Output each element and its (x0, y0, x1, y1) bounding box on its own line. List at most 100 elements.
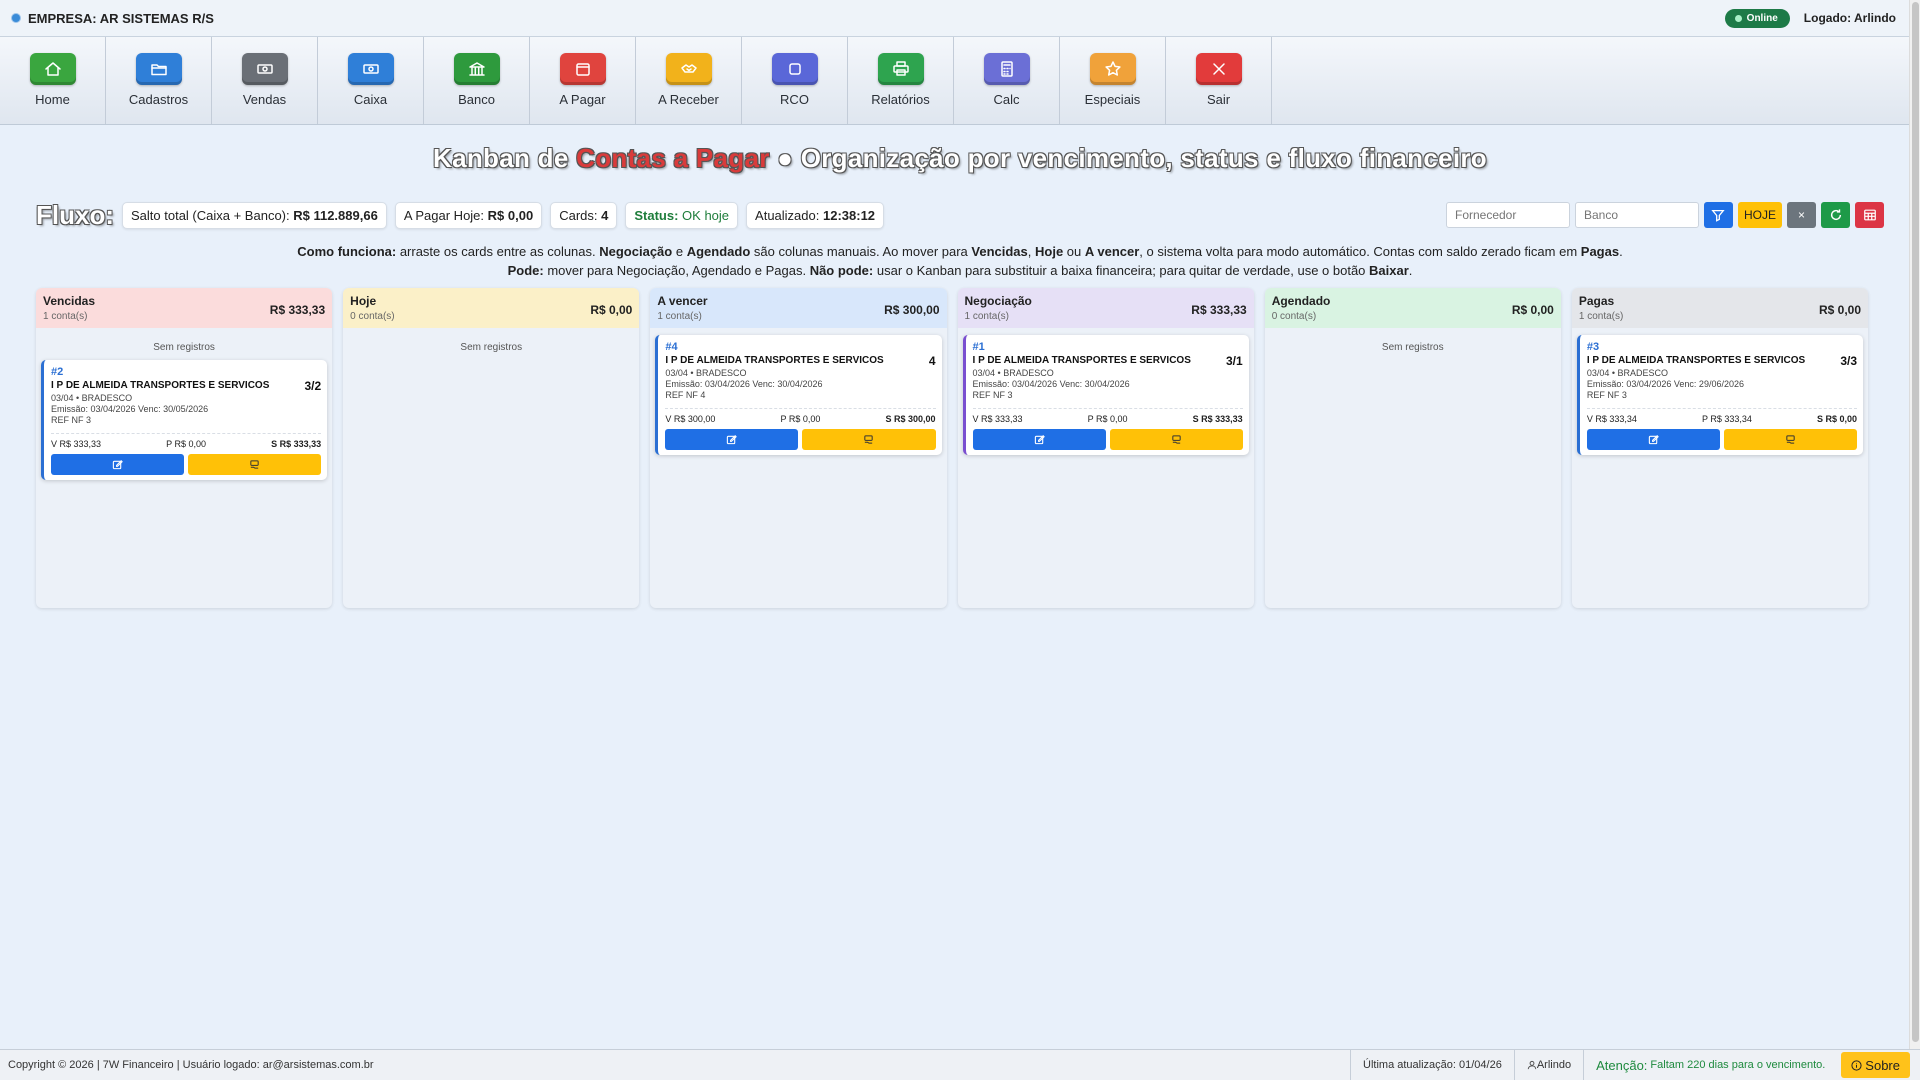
wallet-icon (559, 53, 606, 85)
column-title: Vencidas (43, 294, 96, 308)
help-how-label: Como funciona: (297, 244, 397, 259)
column-count: 1 conta(s) (43, 311, 88, 322)
flux-label: Fluxo: (36, 199, 114, 230)
edit-icon (1034, 435, 1045, 445)
kanban-card[interactable]: #3 I P DE ALMEIDA TRANSPORTES E SERVICOS 3… (1576, 335, 1864, 455)
help-vencidas: Vencidas (971, 244, 1028, 259)
fornecedor-input[interactable] (1445, 202, 1570, 228)
card-edit-button[interactable] (1586, 429, 1720, 450)
toolbar-rco-button[interactable]: RCO (742, 37, 848, 124)
clear-filter-button[interactable]: × (1787, 202, 1816, 228)
help-text: Como funciona: arraste os cards entre as… (0, 242, 1920, 280)
card-pay-button[interactable] (1109, 429, 1243, 450)
toolbar-cadastros-button[interactable]: Cadastros (106, 37, 212, 124)
kanban-card[interactable]: #2 I P DE ALMEIDA TRANSPORTES E SERVICOS 3… (41, 360, 328, 480)
column-pagas[interactable]: Pagas 1 conta(s) R$ 0,00 #3 I P DE ALMEIDA T… (1571, 288, 1869, 608)
edit-icon (112, 460, 123, 470)
card-ref: REF NF 3 (972, 390, 1013, 400)
toolbar-a-pagar-button[interactable]: A Pagar (530, 37, 636, 124)
toolbar-home-button[interactable]: Home (0, 37, 106, 124)
card-dates: Emissão: 03/04/2026 Venc: 30/04/2026 (665, 379, 823, 389)
column-title: A vencer (657, 294, 708, 308)
card-bank-line: 03/04 • BRADESCO (972, 368, 1054, 378)
edit-icon (727, 435, 738, 445)
banco-input[interactable] (1574, 202, 1699, 228)
page-title: Kanban de Contas a Pagar ● Organização p… (0, 143, 1920, 174)
column-agendado[interactable]: Agendado 0 conta(s) R$ 0,00 Sem registros (1264, 288, 1561, 608)
card-edit-button[interactable] (972, 429, 1106, 450)
hoje-button[interactable]: HOJE (1737, 202, 1782, 228)
pagar-hoje-value: R$ 0,00 (487, 207, 534, 223)
card-edit-button[interactable] (665, 429, 799, 450)
edit-icon (1648, 435, 1659, 445)
help-text-part: , (1027, 244, 1035, 259)
help-text-part: e (672, 244, 687, 259)
cash-register-icon (347, 53, 394, 85)
scrollbar-thumb[interactable] (1912, 2, 1919, 1042)
toolbar-vendas-button[interactable]: Vendas (212, 37, 318, 124)
company-name: EMPRESA: AR SISTEMAS R/S (28, 10, 214, 26)
toolbar-label: Sair (1206, 92, 1231, 107)
status-user-name: Arlindo (1536, 1059, 1572, 1071)
column-total: R$ 0,00 (1511, 303, 1554, 317)
column-hoje[interactable]: Hoje 0 conta(s) R$ 0,00 Sem registros (343, 288, 640, 608)
filters: HOJE × (1445, 202, 1884, 228)
column-negociacao[interactable]: Negociação 1 conta(s) R$ 333,33 #1 I P DE AL… (957, 288, 1254, 608)
card-values: V R$ 333,33 P R$ 0,00 S R$ 333,33 (51, 433, 322, 449)
help-baixar: Baixar (1369, 263, 1409, 278)
card-balance: S R$ 300,00 (885, 414, 936, 424)
status-bar: Copyright © 2026 | 7W Financeiro | Usuár… (0, 1049, 1920, 1080)
title-highlight: Contas a Pagar (576, 143, 770, 173)
toolbar-sair-button[interactable]: Sair (1166, 37, 1272, 124)
refresh-button[interactable] (1821, 202, 1850, 228)
card-supplier: I P DE ALMEIDA TRANSPORTES E SERVICOS (972, 355, 1191, 366)
help-text-part: arraste os cards entre as colunas. (396, 244, 600, 259)
empty-message: Sem registros (460, 342, 523, 353)
vertical-scrollbar[interactable] (1909, 0, 1920, 1049)
card-edit-button[interactable] (51, 454, 185, 475)
card-number: #1 (972, 341, 985, 353)
card-pay-button[interactable] (802, 429, 936, 450)
column-vencidas[interactable]: Vencidas 1 conta(s) R$ 333,33 Sem registros… (36, 288, 333, 608)
pagar-hoje-label: A Pagar Hoje: (403, 207, 485, 223)
table-view-button[interactable] (1855, 202, 1884, 228)
sobre-button[interactable]: Sobre (1841, 1052, 1910, 1078)
refresh-icon (1830, 209, 1841, 221)
help-pode-label: Pode: (507, 263, 544, 278)
cash-hand-icon (1171, 435, 1181, 444)
toolbar-a-receber-button[interactable]: A Receber (636, 37, 742, 124)
help-text-part: usar o Kanban para substituir a baixa fi… (873, 263, 1370, 278)
column-total: R$ 333,33 (1191, 303, 1247, 317)
card-pay-button[interactable] (188, 454, 322, 475)
empty-message: Sem registros (153, 342, 215, 353)
toolbar-banco-button[interactable]: Banco (424, 37, 530, 124)
status-value: OK hoje (682, 207, 730, 223)
home-icon (29, 53, 76, 85)
filter-button[interactable] (1703, 202, 1733, 228)
column-header: Hoje 0 conta(s) R$ 0,00 (343, 288, 640, 328)
column-a-vencer[interactable]: A vencer 1 conta(s) R$ 300,00 #4 I P DE ALME… (650, 288, 947, 608)
toolbar-calc-button[interactable]: Calc (954, 37, 1060, 124)
toolbar-especiais-button[interactable]: Especiais (1060, 37, 1166, 124)
last-update: Última atualização: 01/04/26 (1350, 1050, 1514, 1080)
help-text-part: mover para Negociação, Agendado e Pagas. (543, 263, 810, 278)
kanban-card[interactable]: #1 I P DE ALMEIDA TRANSPORTES E SERVICOS 3… (962, 335, 1249, 455)
toolbar-label: Calc (993, 92, 1020, 107)
toolbar-relatorios-button[interactable]: Relatórios (848, 37, 954, 124)
card-bank-line: 03/04 • BRADESCO (1586, 368, 1669, 378)
help-text-part: . (1408, 263, 1413, 278)
cash-hand-icon (250, 460, 259, 469)
status-chip: Status: OK hoje (625, 201, 739, 229)
card-ref: REF NF 4 (665, 390, 706, 400)
toolbar-caixa-button[interactable]: Caixa (318, 37, 424, 124)
column-count: 1 conta(s) (1578, 311, 1624, 322)
online-label: Online (1746, 12, 1778, 24)
close-icon (1195, 53, 1242, 85)
online-dot-icon (1734, 14, 1742, 22)
card-paid: P R$ 0,00 (1087, 414, 1128, 424)
kanban-card[interactable]: #4 I P DE ALMEIDA TRANSPORTES E SERVICOS 4… (655, 335, 942, 455)
kanban-board: Vencidas 1 conta(s) R$ 333,33 Sem registros… (36, 288, 1869, 608)
card-value: V R$ 333,34 (1586, 414, 1637, 424)
card-ref: REF NF 3 (1586, 390, 1627, 400)
card-pay-button[interactable] (1723, 429, 1858, 450)
